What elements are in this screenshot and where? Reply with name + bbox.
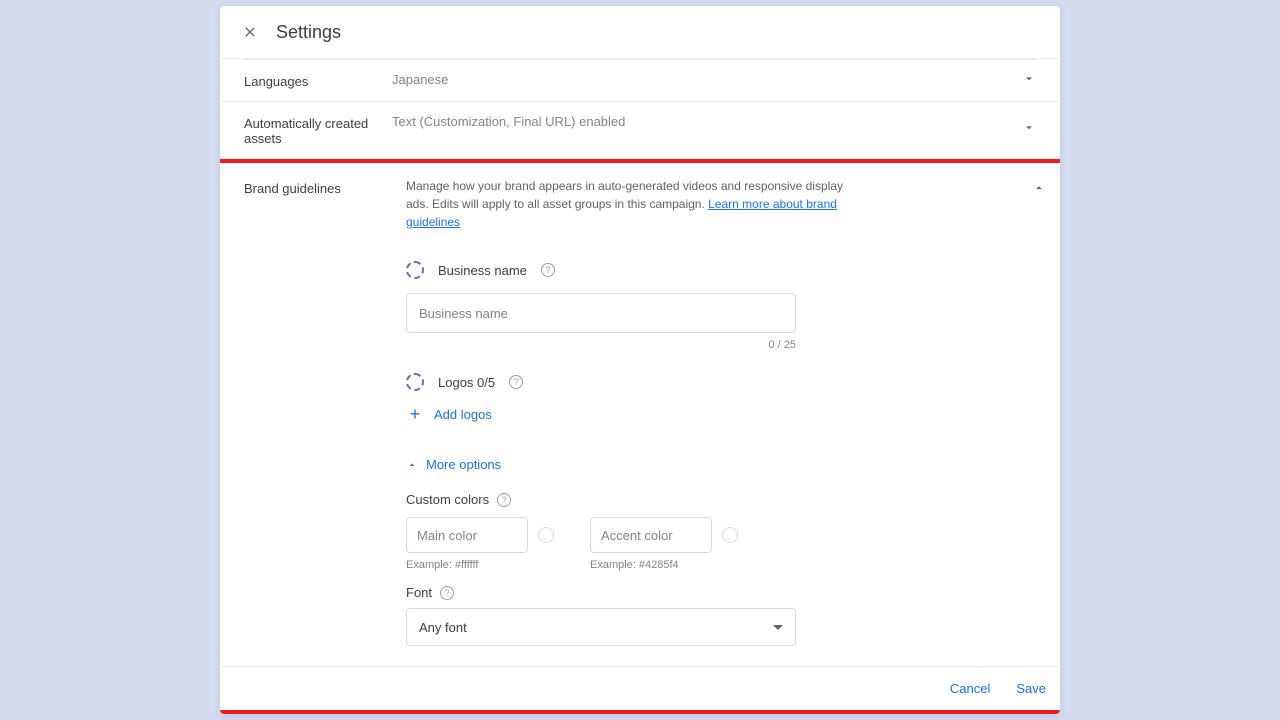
plus-icon: + [406,405,424,423]
main-color-example: Example: #ffffff [406,559,554,571]
logos-header: Logos 0/5 ? [406,373,1036,391]
custom-colors-label: Custom colors ? [406,492,1036,507]
languages-label: Languages [244,72,392,89]
font-value: Any font [419,620,467,635]
help-icon[interactable]: ? [541,263,555,277]
settings-window: Settings Languages Japanese Automaticall… [220,6,1060,714]
more-options-label: More options [426,457,501,472]
page-title: Settings [276,22,341,43]
status-circle-icon [406,373,424,391]
main-color-input[interactable] [406,517,528,553]
brand-guidelines-desc: Manage how your brand appears in auto-ge… [406,177,846,231]
more-options-toggle[interactable]: More options [406,457,1036,472]
accent-color-input[interactable] [590,517,712,553]
accent-color-swatch[interactable] [722,527,738,543]
languages-value: Japanese [392,72,1036,87]
chevron-up-icon[interactable] [1032,181,1046,200]
help-icon[interactable]: ? [509,375,523,389]
close-button[interactable] [238,20,262,44]
business-name-input[interactable] [406,293,796,333]
status-circle-icon [406,261,424,279]
business-name-label: Business name [438,263,527,278]
auto-assets-value: Text (Customization, Final URL) enabled [392,114,1036,129]
add-logos-label: Add logos [434,407,492,422]
window-header: Settings [220,6,1060,59]
brand-guidelines-label: Brand guidelines [244,177,406,196]
chevron-up-icon [406,459,418,471]
add-logos-button[interactable]: + Add logos [406,405,1036,423]
highlighted-section: Brand guidelines Manage how your brand a… [220,159,1060,714]
chevron-down-icon[interactable] [1022,71,1036,90]
cancel-button[interactable]: Cancel [950,681,990,696]
brand-guidelines-content: Business name ? 0 / 25 Logos 0/5 ? + Add… [220,243,1060,666]
save-button[interactable]: Save [1016,681,1046,696]
brand-guidelines-header: Brand guidelines Manage how your brand a… [220,163,1060,243]
auto-assets-label: Automatically created assets [244,114,392,146]
logos-label: Logos 0/5 [438,375,495,390]
font-select[interactable]: Any font [406,608,796,646]
chevron-down-icon[interactable] [1022,121,1036,140]
font-label: Font ? [406,585,1036,600]
auto-assets-section[interactable]: Automatically created assets Text (Custo… [220,102,1060,159]
help-icon[interactable]: ? [497,493,511,507]
help-icon[interactable]: ? [440,586,454,600]
main-color-swatch[interactable] [538,527,554,543]
languages-section[interactable]: Languages Japanese [220,60,1060,102]
accent-color-example: Example: #4285f4 [590,559,738,571]
footer-actions: Cancel Save [220,666,1060,710]
close-icon [242,24,258,40]
caret-down-icon [773,625,783,630]
char-counter: 0 / 25 [406,339,796,351]
business-name-header: Business name ? [406,261,1036,279]
